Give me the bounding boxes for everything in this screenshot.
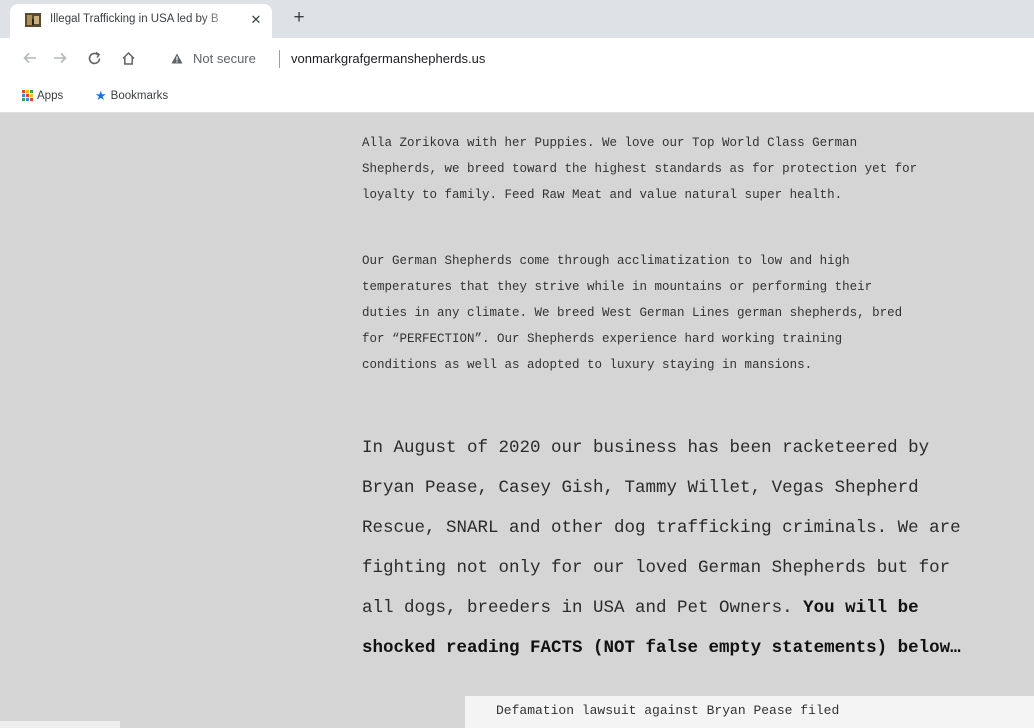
active-tab[interactable]: Illegal Trafficking in USA led by B ✕ xyxy=(10,4,272,38)
climate-line: temperatures that they strive while in m… xyxy=(362,280,873,294)
reload-icon xyxy=(88,51,100,65)
back-arrow-icon xyxy=(23,52,36,64)
statement-line5-text: all dogs, breeders in USA and Pet Owners… xyxy=(362,598,804,618)
statement-line: all dogs, breeders in USA and Pet Owners… xyxy=(362,588,1022,628)
site-favicon-icon xyxy=(25,13,41,27)
intro-line: Alla Zorikova with her Puppies. We love … xyxy=(362,136,858,150)
lawsuit-caption-box: Defamation lawsuit against Bryan Pease f… xyxy=(465,696,1034,728)
statement-line: Rescue, SNARL and other dog trafficking … xyxy=(362,518,961,538)
not-secure-label[interactable]: Not secure xyxy=(193,51,256,66)
intro-line: Shepherds, we breed toward the highest s… xyxy=(362,162,918,176)
home-icon xyxy=(121,51,135,65)
climate-paragraph: Our German Shepherds come through acclim… xyxy=(362,248,1032,378)
climate-line: conditions as well as adopted to luxury … xyxy=(362,358,813,372)
star-icon: ★ xyxy=(95,88,107,103)
statement-paragraph: In August of 2020 our business has been … xyxy=(362,428,1022,668)
close-tab-icon[interactable]: ✕ xyxy=(248,12,264,28)
statement-line: Bryan Pease, Casey Gish, Tammy Willet, V… xyxy=(362,478,919,498)
statement-line: fighting not only for our loved German S… xyxy=(362,558,951,578)
tab-strip: Illegal Trafficking in USA led by B ✕ + xyxy=(0,0,1034,38)
statement-emphasis-line: shocked reading FACTS (NOT false empty s… xyxy=(362,638,961,658)
browser-window: Illegal Trafficking in USA led by B ✕ + xyxy=(0,0,1034,728)
intro-paragraph: Alla Zorikova with her Puppies. We love … xyxy=(362,130,1032,208)
bookmarks-bar: Apps ★ Bookmarks xyxy=(0,80,1034,113)
statement-emphasis: You will be xyxy=(803,598,919,618)
bookmark-apps-label: Apps xyxy=(37,90,64,102)
reload-button[interactable] xyxy=(84,49,104,69)
forward-arrow-icon xyxy=(54,52,67,64)
new-tab-button[interactable]: + xyxy=(289,8,309,28)
status-bubble xyxy=(0,721,120,728)
bookmark-bookmarks[interactable]: ★ Bookmarks xyxy=(95,88,168,104)
lawsuit-caption: Defamation lawsuit against Bryan Pease f… xyxy=(496,703,840,718)
omnibox-divider xyxy=(279,50,280,68)
url-text[interactable]: vonmarkgrafgermanshepherds.us xyxy=(291,51,485,66)
bookmark-bookmarks-label: Bookmarks xyxy=(110,90,169,103)
climate-line: for “PERFECTION”. Our Shepherds experien… xyxy=(362,332,843,346)
address-bar[interactable]: Not secure vonmarkgrafgermanshepherds.us xyxy=(165,44,1025,74)
intro-line: loyalty to family. Feed Raw Meat and val… xyxy=(362,188,843,202)
warning-icon xyxy=(171,53,183,64)
apps-grid-icon xyxy=(22,90,33,102)
climate-line: duties in any climate. We breed West Ger… xyxy=(362,306,903,320)
home-button[interactable] xyxy=(118,49,138,69)
forward-button[interactable] xyxy=(50,49,70,69)
tab-title: Illegal Trafficking in USA led by B xyxy=(50,13,219,25)
web-page-content: Alla Zorikova with her Puppies. We love … xyxy=(0,113,1034,728)
climate-line: Our German Shepherds come through acclim… xyxy=(362,254,850,268)
statement-line: shocked reading FACTS (NOT false empty s… xyxy=(362,628,1022,668)
statement-line: In August of 2020 our business has been … xyxy=(362,438,930,458)
back-button[interactable] xyxy=(20,49,40,69)
browser-toolbar: Not secure vonmarkgrafgermanshepherds.us xyxy=(0,38,1034,80)
bookmark-apps[interactable]: Apps xyxy=(22,88,63,104)
